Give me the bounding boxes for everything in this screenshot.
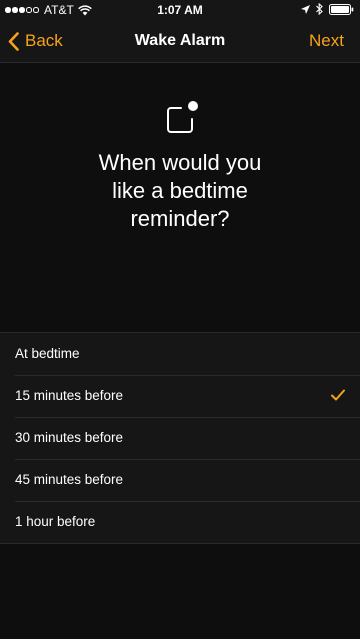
- page-title: Wake Alarm: [134, 32, 226, 49]
- status-bar: AT&T 1:07 AM: [0, 0, 360, 20]
- navigation-bar: Back Wake Alarm Next: [0, 20, 360, 63]
- option-label: 30 minutes before: [15, 430, 124, 445]
- main-content: When would you like a bedtime reminder? …: [0, 63, 360, 639]
- option-label: 1 hour before: [15, 514, 96, 529]
- reminder-icon: [167, 101, 198, 133]
- headline: When would you like a bedtime reminder?: [98, 150, 262, 231]
- reminder-options-list: At bedtime 15 minutes before 30 minutes …: [0, 332, 360, 544]
- location-arrow-icon: [301, 4, 310, 14]
- option-label: 15 minutes before: [15, 388, 124, 403]
- option-1-hour-before[interactable]: 1 hour before: [0, 501, 360, 543]
- bluetooth-icon: [316, 3, 323, 15]
- option-label: 45 minutes before: [15, 472, 124, 487]
- status-right: [295, 3, 354, 15]
- option-label: At bedtime: [15, 346, 80, 361]
- option-30-minutes-before[interactable]: 30 minutes before: [0, 417, 360, 459]
- option-15-minutes-before[interactable]: 15 minutes before: [0, 375, 360, 417]
- checkmark-icon: [331, 389, 345, 401]
- option-45-minutes-before[interactable]: 45 minutes before: [0, 459, 360, 501]
- option-at-bedtime[interactable]: At bedtime: [0, 333, 360, 375]
- next-button[interactable]: Next: [309, 20, 344, 62]
- battery-icon: [329, 3, 354, 15]
